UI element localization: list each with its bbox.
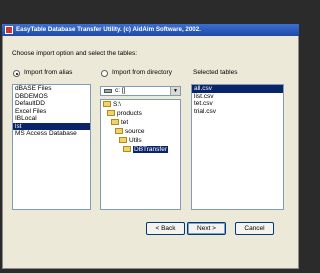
alias-item-iblocal[interactable]: IBLocal [13, 115, 90, 123]
drive-value: c: [] [115, 87, 126, 94]
selected-tables-header: Selected tables [193, 69, 238, 76]
alias-item-dbdemos[interactable]: DBDEMOS [13, 93, 90, 101]
window-title: EasyTable Database Transfer Utility. (c)… [16, 26, 201, 33]
table-item-list-csv[interactable]: list.csv [192, 93, 283, 101]
alias-item-defaultdd[interactable]: DefaultDD [13, 100, 90, 108]
app-icon [5, 26, 13, 34]
table-item-tet-csv[interactable]: tet.csv [192, 100, 283, 108]
back-button[interactable]: < Back [146, 222, 185, 235]
folder-item[interactable]: source [115, 128, 145, 136]
folder-open-icon [103, 101, 111, 107]
folder-open-icon [115, 128, 123, 134]
alias-item-excel-files[interactable]: Excel Files [13, 108, 90, 116]
drive-icon [104, 89, 112, 93]
folder-item[interactable]: S:\ [103, 101, 121, 109]
folder-open-icon [111, 119, 119, 125]
import-from-directory-label[interactable]: Import from directory [112, 69, 172, 76]
table-item-trial-csv[interactable]: trial.csv [192, 108, 283, 116]
folder-open-icon [119, 137, 127, 143]
table-item-all-csv[interactable]: all.csv [192, 85, 283, 93]
import-from-alias-radio[interactable] [13, 70, 20, 77]
alias-list[interactable]: dBASE Files DBDEMOS DefaultDD Excel File… [12, 84, 91, 210]
instruction-text: Choose import option and select the tabl… [12, 50, 138, 57]
chevron-down-icon[interactable]: ▼ [170, 87, 180, 95]
import-from-directory-radio[interactable] [101, 70, 108, 77]
alias-item-dbase-files[interactable]: dBASE Files [13, 85, 90, 93]
folder-open-icon [123, 146, 131, 152]
import-from-alias-label[interactable]: Import from alias [24, 69, 72, 76]
folder-item-selected[interactable]: DBTransfer [123, 146, 168, 154]
folder-item[interactable]: Utils [119, 137, 142, 145]
title-bar: EasyTable Database Transfer Utility. (c)… [2, 24, 299, 36]
next-button[interactable]: Next > [187, 222, 226, 235]
drive-combobox[interactable]: c: [] ▼ [100, 86, 181, 96]
alias-item-ms-access-database[interactable]: MS Access Database [13, 130, 90, 138]
alias-item-lst[interactable]: lst [13, 122, 90, 130]
folder-item[interactable]: products [107, 110, 142, 118]
folder-tree[interactable]: S:\ products tet source Utils DBTransfer [100, 99, 181, 210]
selected-tables-list[interactable]: all.csv list.csv tet.csv trial.csv [191, 84, 284, 210]
cancel-button[interactable]: Cancel [235, 222, 274, 235]
folder-open-icon [107, 110, 115, 116]
folder-item[interactable]: tet [111, 119, 128, 127]
